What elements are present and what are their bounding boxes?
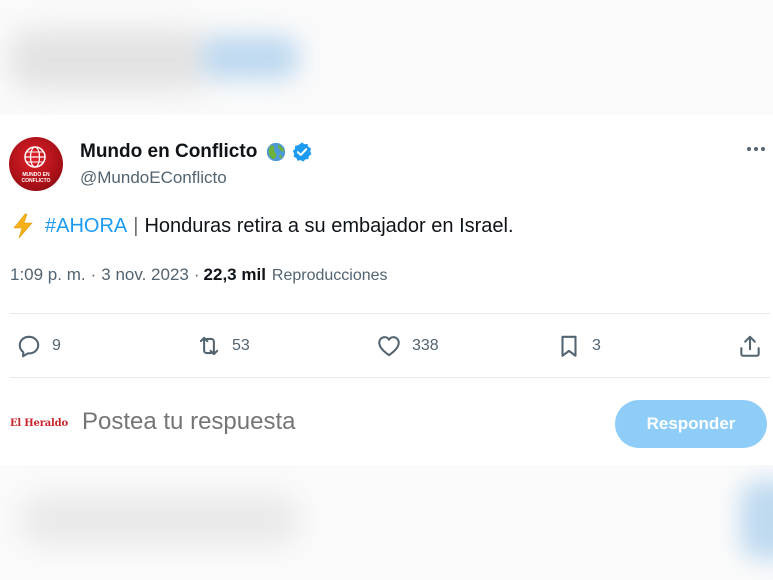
reply-button[interactable]: Responder	[615, 400, 767, 448]
meta-dot: ·	[90, 265, 97, 284]
more-options-icon[interactable]	[745, 143, 767, 155]
meta-dot: ·	[193, 265, 200, 284]
views-label[interactable]: Reproducciones	[272, 267, 388, 285]
user-avatar-logo: El Heraldo	[10, 418, 68, 429]
tweet-meta: 1:09 p. m. · 3 nov. 2023 · 22,3 mil Repr…	[10, 265, 388, 285]
text-separator: |	[133, 214, 139, 237]
author-row: Mundo en Conflicto	[80, 140, 313, 164]
verified-badge-icon[interactable]	[291, 141, 313, 163]
avatar[interactable]: MUNDO EN CONFLICTO	[9, 137, 63, 191]
blurred-shape	[200, 35, 300, 80]
blurred-shape	[20, 495, 300, 545]
tweet-date[interactable]: 3 nov. 2023	[101, 265, 189, 285]
avatar-text: MUNDO EN CONFLICTO	[21, 172, 51, 184]
like-count: 338	[412, 337, 439, 354]
repost-icon	[199, 336, 219, 356]
repost-action-button[interactable]: 53	[196, 330, 250, 362]
tweet-text: #AHORA | Honduras retira a su embajador …	[11, 213, 514, 239]
tweet-card: MUNDO EN CONFLICTO Mundo en Conflicto @M…	[0, 115, 773, 465]
user-handle[interactable]: @MundoEConflicto	[80, 168, 227, 188]
blurred-header	[0, 0, 773, 115]
tweet-body: Honduras retira a su embajador en Israel…	[144, 214, 514, 237]
repost-count: 53	[232, 337, 250, 354]
heart-icon	[378, 336, 400, 357]
share-icon	[740, 335, 760, 357]
display-name[interactable]: Mundo en Conflicto	[80, 141, 257, 163]
views-count[interactable]: 22,3 mil	[204, 265, 266, 285]
bookmark-icon	[561, 335, 577, 357]
blurred-shape	[10, 30, 210, 90]
divider	[10, 377, 770, 378]
like-action-button[interactable]: 338	[376, 330, 439, 362]
bookmark-action-button[interactable]: 3	[556, 330, 601, 362]
reply-count: 9	[52, 337, 61, 354]
reply-action-button[interactable]: 9	[16, 330, 61, 362]
reply-icon	[18, 335, 40, 358]
blurred-shape	[740, 480, 773, 560]
high-voltage-emoji-icon	[13, 213, 33, 239]
bookmark-count: 3	[592, 337, 601, 354]
tweet-time[interactable]: 1:09 p. m.	[10, 265, 86, 285]
earth-globe-emoji-icon	[267, 142, 286, 162]
hashtag-link[interactable]: #AHORA	[45, 215, 127, 238]
share-action-button[interactable]	[737, 330, 763, 362]
reply-composer: El Heraldo Responder	[0, 390, 773, 460]
blurred-footer	[0, 465, 773, 580]
divider	[10, 313, 770, 314]
reply-input[interactable]	[82, 408, 582, 436]
globe-icon	[24, 146, 46, 168]
